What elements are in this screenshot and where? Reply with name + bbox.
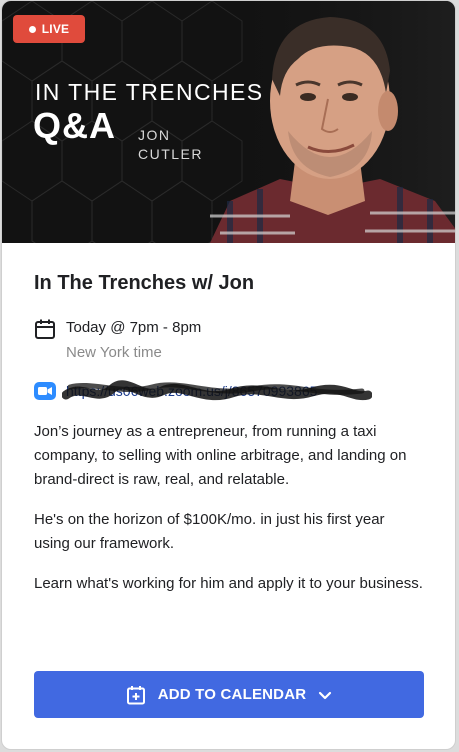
description-paragraph: He's on the horizon of $100K/mo. in just… — [34, 511, 385, 552]
event-time-row: Today @ 7pm - 8pm New York time — [34, 318, 423, 364]
add-to-calendar-button[interactable]: ADD TO CALENDAR — [34, 671, 424, 718]
calendar-icon — [35, 319, 55, 339]
event-description: Jon’s journey as a entrepreneur, from ru… — [34, 420, 423, 596]
event-title: In The Trenches w/ Jon — [34, 272, 255, 294]
event-timezone: New York time — [66, 344, 162, 361]
live-label: LIVE — [41, 22, 70, 36]
banner-title: IN THE TRENCHES — [35, 79, 264, 105]
event-time: Today @ 7pm - 8pm — [66, 319, 202, 336]
event-card: LIVE IN THE TRENCHES Q&A JON CUTLER In T… — [1, 0, 456, 750]
add-to-calendar-label: ADD TO CALENDAR — [157, 686, 307, 703]
banner-qa: Q&A — [33, 105, 116, 146]
live-dot-icon — [28, 25, 36, 33]
zoom-link-text[interactable]: https://us06web.zoom.us/j/86570993865 — [66, 383, 317, 399]
live-badge: LIVE — [13, 15, 85, 43]
event-details: In The Trenches w/ Jon Today @ 7pm - 8pm… — [2, 272, 455, 596]
zoom-link[interactable]: https://us06web.zoom.us/j/86570993865 — [62, 380, 372, 401]
banner-host-last-name: CUTLER — [138, 146, 204, 162]
host-photo — [200, 1, 455, 243]
chevron-down-icon — [319, 691, 332, 699]
calendar-plus-icon — [126, 685, 145, 704]
description-paragraph: Learn what's working for him and apply i… — [34, 575, 423, 592]
banner-host-first-name: JON — [138, 127, 171, 143]
description-paragraph: Jon’s journey as a entrepreneur, from ru… — [34, 423, 407, 488]
zoom-video-icon — [34, 382, 56, 400]
event-banner: LIVE IN THE TRENCHES Q&A JON CUTLER — [2, 1, 455, 243]
zoom-row: https://us06web.zoom.us/j/86570993865 — [34, 380, 423, 402]
